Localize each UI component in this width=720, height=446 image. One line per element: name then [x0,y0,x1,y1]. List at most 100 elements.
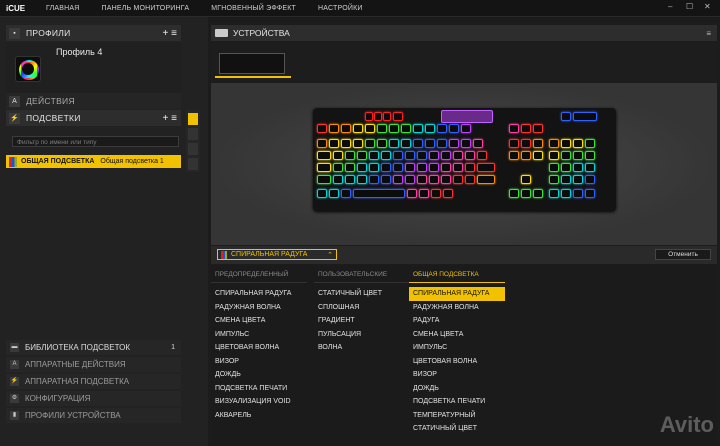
effect-option[interactable]: ИМПУЛЬС [409,341,505,355]
nav-settings[interactable]: НАСТРОЙКИ [318,5,363,12]
keyboard-key [405,151,415,160]
trash-icon[interactable] [188,158,198,170]
profile-item[interactable]: Профиль 4 [6,43,181,95]
effect-option[interactable]: ПОДСВЕТКА ПЕЧАТИ [409,395,505,409]
effect-option[interactable]: РАДУЖНАЯ ВОЛНА [409,301,505,315]
effect-column-header[interactable]: ПОЛЬЗОВАТЕЛЬСКИЕ [314,271,410,283]
keyboard-key [449,124,459,133]
effect-option[interactable]: РАДУЖНАЯ ВОЛНА [211,301,307,315]
paste-icon[interactable] [188,143,198,155]
keyboard-key [417,163,427,172]
effect-option[interactable]: ДОЖДЬ [409,382,505,396]
keyboard-preview[interactable] [313,108,616,211]
nav-home[interactable]: ГЛАВНАЯ [46,5,80,12]
effect-option[interactable]: СМЕНА ЦВЕТА [409,328,505,342]
minimize-icon[interactable]: – [668,2,672,11]
maximize-icon[interactable]: ☐ [686,2,693,11]
chevron-down-icon: ⌃ [327,251,333,259]
nav-dashboard[interactable]: ПАНЕЛЬ МОНИТОРИНГА [102,5,190,12]
lighting-add-menu-icon[interactable]: + ≡ [163,113,177,124]
keyboard-key [374,112,382,121]
devices-header: УСТРОЙСТВА ≡ [211,25,717,41]
effect-option[interactable]: СПИРАЛЬНАЯ РАДУГА [211,287,307,301]
effect-option[interactable]: СПИРАЛЬНАЯ РАДУГА [409,287,505,301]
lighting-item-name: Общая подсветка 1 [100,158,164,165]
copy-icon[interactable] [188,128,198,140]
effect-option[interactable]: ТЕМПЕРАТУРНЫЙ [409,409,505,423]
effect-option[interactable]: ИМПУЛЬС [211,328,307,342]
keyboard-key [509,151,519,160]
profiles-header[interactable]: ▪ ПРОФИЛИ + ≡ [6,25,181,41]
keyboard-key [477,175,495,184]
lighting-filter-input[interactable]: Фильтр по имени или типу [12,136,179,147]
keyboard-key [341,139,351,148]
keyboard-key [429,175,439,184]
lighting-item-type: ОБЩАЯ ПОДСВЕТКА [21,158,95,165]
configuration[interactable]: ⚙ КОНФИГУРАЦИЯ [6,391,181,406]
effect-option[interactable]: СТАТИЧНЫЙ ЦВЕТ [409,422,505,436]
effect-option[interactable]: ПОДСВЕТКА ПЕЧАТИ [211,382,307,396]
effect-option[interactable]: СМЕНА ЦВЕТА [211,314,307,328]
effect-option[interactable]: ВИЗОР [211,355,307,369]
actions-header[interactable]: A ДЕЙСТВИЯ [6,93,181,109]
selected-device-underline [215,76,291,78]
keyboard-key [573,151,583,160]
cancel-button[interactable]: Отменить [655,249,711,260]
effect-option[interactable]: АКВАРЕЛЬ [211,409,307,423]
keyboard-key [521,175,531,184]
effect-option[interactable]: РАДУГА [409,314,505,328]
devices-menu-icon[interactable]: ≡ [706,29,711,38]
keyboard-key [561,112,571,121]
effect-option[interactable]: СПЛОШНАЯ [314,301,410,315]
keyboard-key [585,175,595,184]
close-icon[interactable]: ✕ [704,2,711,11]
rainbow-swatch-icon [9,156,17,167]
corsair-logo-bar [441,110,493,123]
keyboard-key [533,139,543,148]
effect-column-header[interactable]: ОБЩАЯ ПОДСВЕТКА [409,271,505,283]
device-profiles[interactable]: ▮ ПРОФИЛИ УСТРОЙСТВА [6,408,181,423]
keyboard-key [317,175,331,184]
keyboard-key [585,139,595,148]
keyboard-key [465,175,475,184]
keyboard-key [509,189,519,198]
keyboard-key [521,151,531,160]
keyboard-key [317,139,327,148]
effect-column-header[interactable]: ПРЕДОПРЕДЕЛЕННЫЙ [211,271,307,283]
keyboard-key [417,175,427,184]
keyboard-key [573,112,597,121]
effect-option[interactable]: ЦВЕТОВАЯ ВОЛНА [409,355,505,369]
effect-dropdown[interactable]: СПИРАЛЬНАЯ РАДУГА ⌃ [217,249,337,260]
nav-instant-lighting[interactable]: МГНОВЕННЫЙ ЭФФЕКТ [211,5,296,12]
keyboard-key [393,163,403,172]
effect-option[interactable]: ВИЗОР [409,368,505,382]
keyboard-key [461,124,471,133]
effect-option[interactable]: СТАТИЧНЫЙ ЦВЕТ [314,287,410,301]
keyboard-key [393,175,403,184]
lighting-header[interactable]: ⚡ ПОДСВЕТКИ + ≡ [6,110,181,126]
keyboard-key [345,175,355,184]
layer-tool-icon[interactable] [188,113,198,125]
effect-option[interactable]: ДОЖДЬ [211,368,307,382]
keyboard-key [405,163,415,172]
profile-icon: ▪ [9,27,20,39]
keyboard-key [389,139,399,148]
effect-option[interactable]: ЦВЕТОВАЯ ВОЛНА [211,341,307,355]
hardware-actions-label: АППАРАТНЫЕ ДЕЙСТВИЯ [25,360,126,369]
keyboard-key [561,151,571,160]
lighting-library[interactable]: ▬ БИБЛИОТЕКА ПОДСВЕТОК 1 [6,340,181,355]
hardware-actions[interactable]: A АППАРАТНЫЕ ДЕЙСТВИЯ [6,357,181,372]
keyboard-device-thumb[interactable] [215,50,291,78]
effect-option[interactable]: ВИЗУАЛИЗАЦИЯ VOID [211,395,307,409]
profiles-add-menu-icon[interactable]: + ≡ [163,28,177,39]
keyboard-key [393,112,403,121]
effect-option[interactable]: ВОЛНА [314,341,410,355]
lighting-list-item[interactable]: ОБЩАЯ ПОДСВЕТКА Общая подсветка 1 [6,155,181,168]
keyboard-key [453,151,463,160]
effect-option[interactable]: ГРАДИЕНТ [314,314,410,328]
effect-option[interactable]: ПУЛЬСАЦИЯ [314,328,410,342]
keyboard-key [441,175,451,184]
rainbow-swatch-icon [221,250,227,259]
keyboard-key [473,139,483,148]
hardware-lighting[interactable]: ⚡ АППАРАТНАЯ ПОДСВЕТКА [6,374,181,389]
